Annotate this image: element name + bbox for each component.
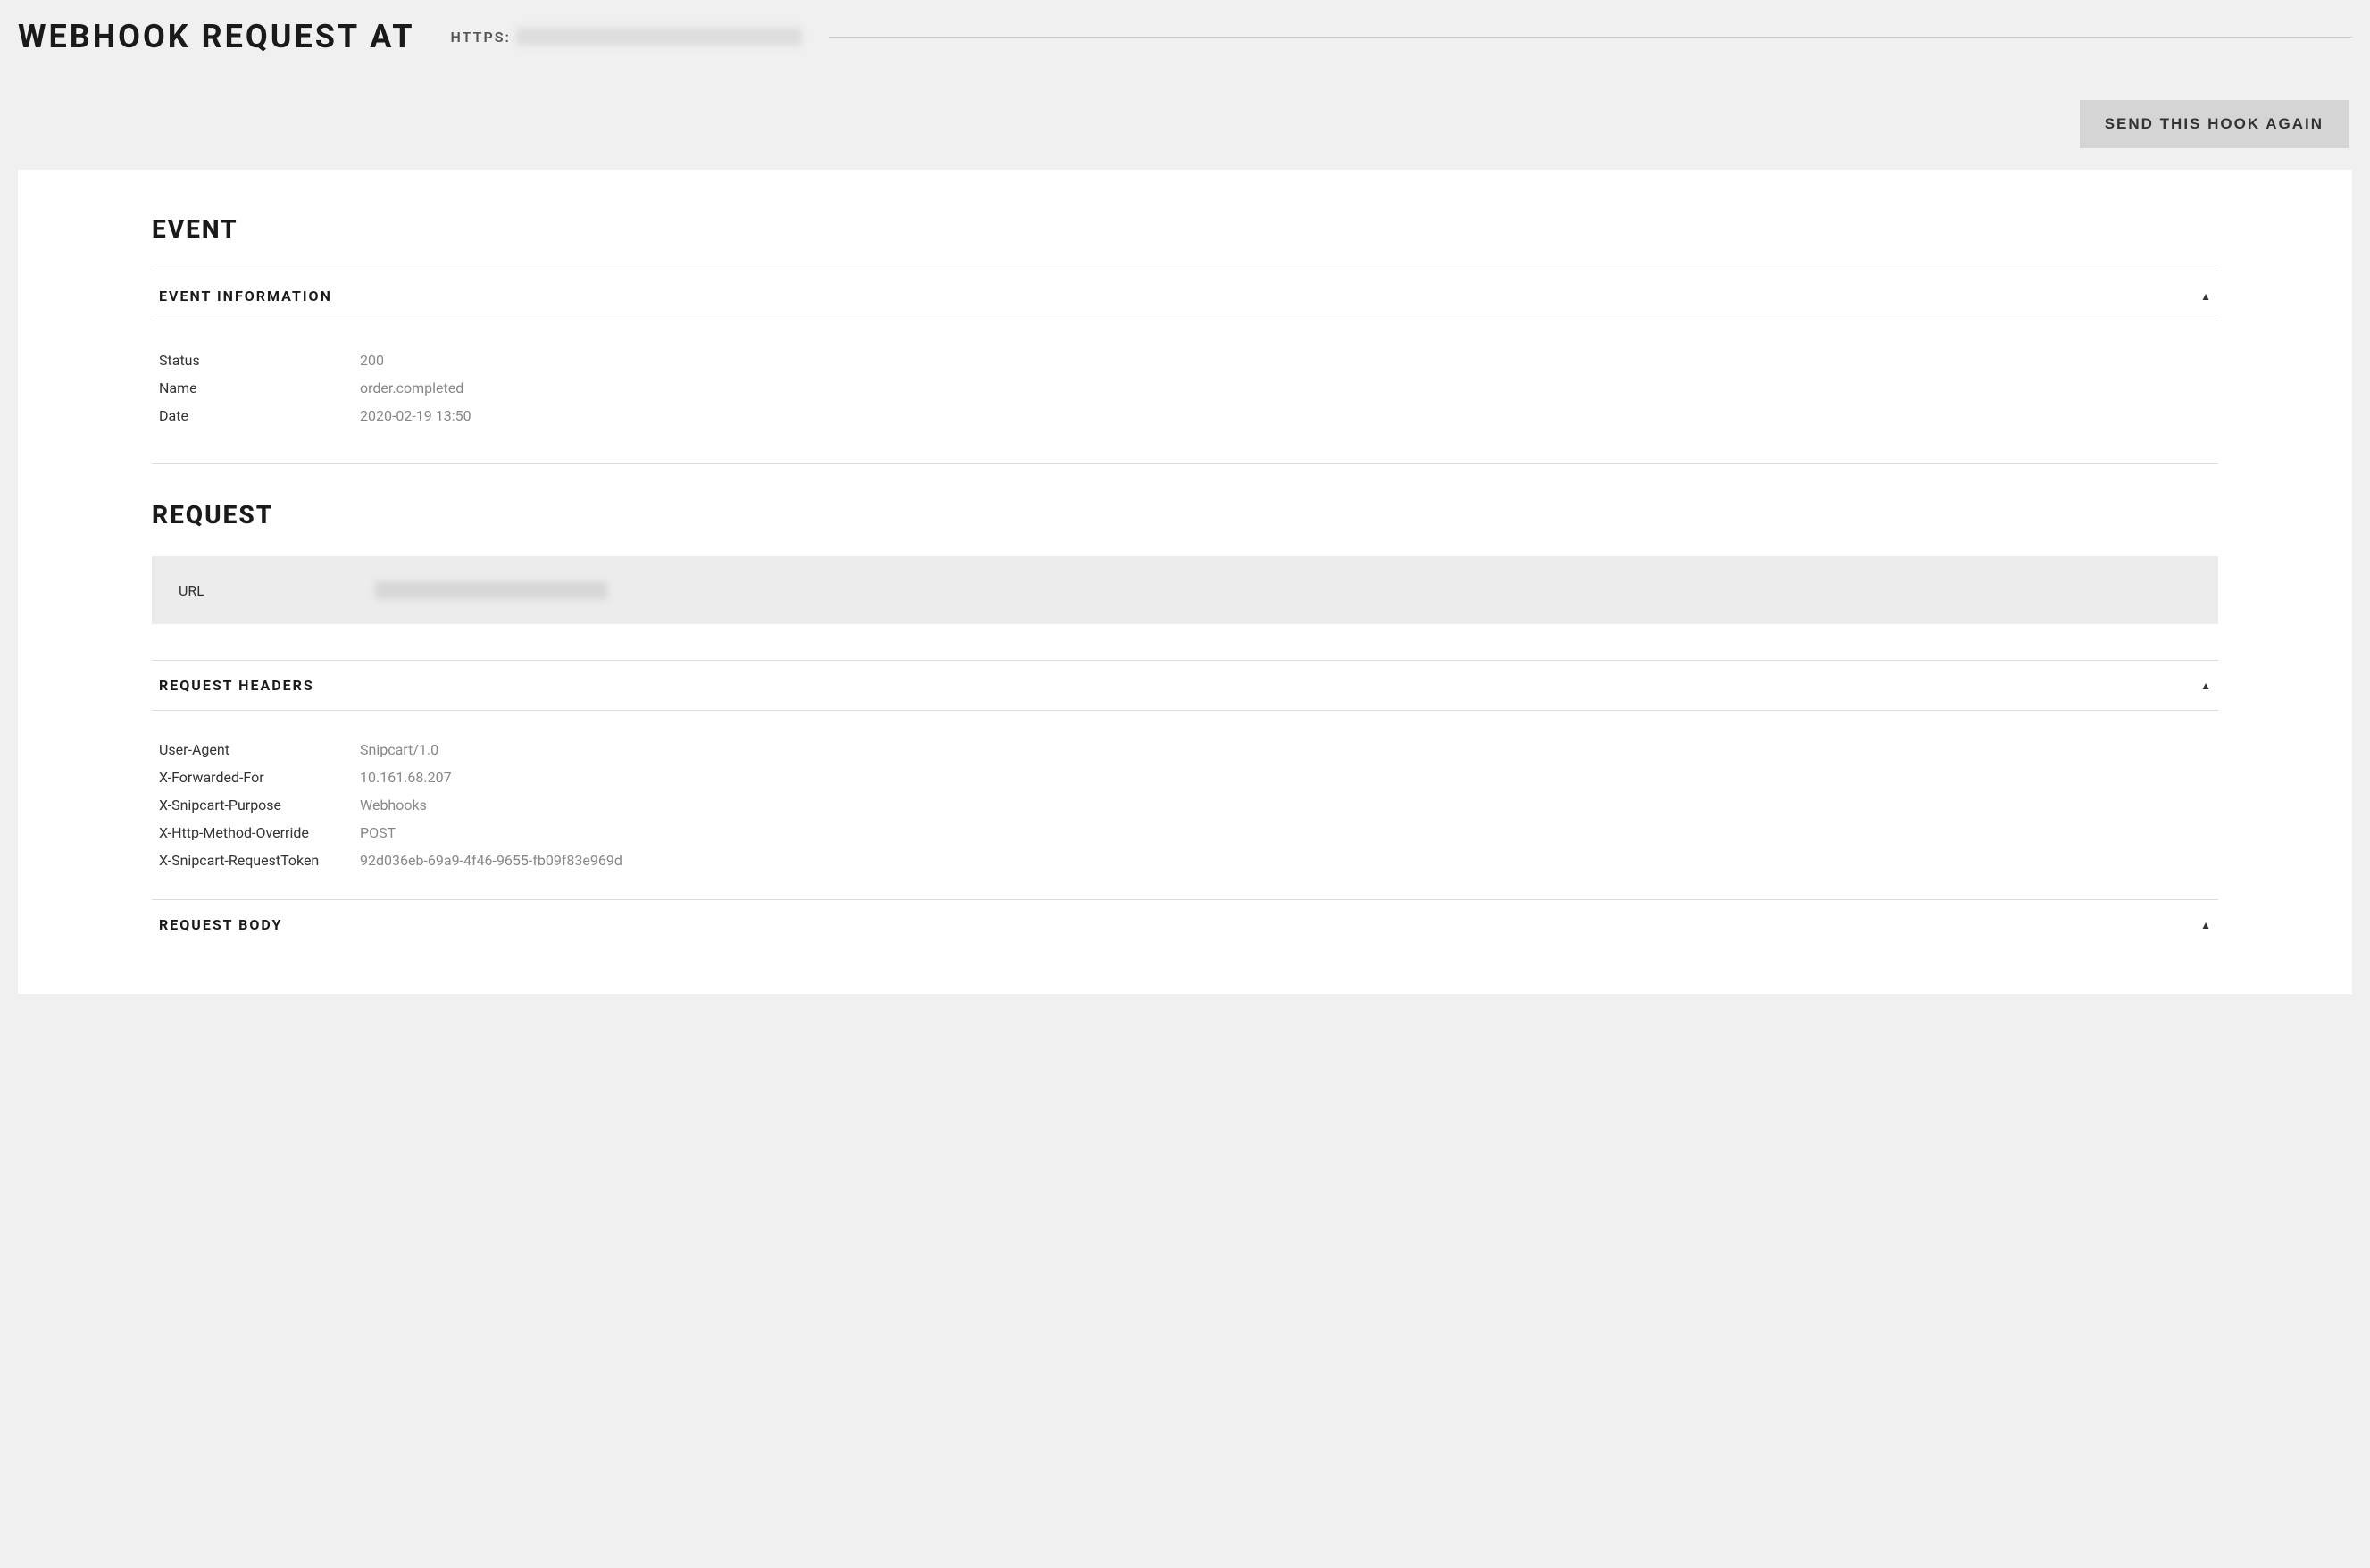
kv-row: X-Snipcart-RequestToken 92d036eb-69a9-4f… <box>152 847 2218 874</box>
kv-row: Date 2020-02-19 13:50 <box>152 402 2218 430</box>
event-info-accordion-header[interactable]: EVENT INFORMATION ▲ <box>152 271 2218 321</box>
kv-val: 2020-02-19 13:50 <box>360 407 471 424</box>
caret-up-icon: ▲ <box>2200 919 2211 931</box>
kv-val: order.completed <box>360 379 463 396</box>
separator <box>152 463 2218 464</box>
kv-key: Name <box>159 379 360 396</box>
kv-val: 92d036eb-69a9-4f46-9655-fb09f83e969d <box>360 852 622 869</box>
caret-up-icon: ▲ <box>2200 290 2211 303</box>
kv-key: Date <box>159 407 360 424</box>
kv-row: Status 200 <box>152 346 2218 374</box>
url-prefix: HTTPS: <box>451 29 511 46</box>
url-redacted <box>516 28 802 46</box>
request-section-title: REQUEST <box>152 500 2218 530</box>
kv-val: POST <box>360 824 396 841</box>
kv-key: User-Agent <box>159 741 360 758</box>
main-card: EVENT EVENT INFORMATION ▲ Status 200 Nam… <box>18 170 2352 994</box>
page-title: WEBHOOK REQUEST AT <box>18 18 415 55</box>
kv-val: Webhooks <box>360 797 427 813</box>
kv-key: X-Http-Method-Override <box>159 824 360 841</box>
event-info-list: Status 200 Name order.completed Date 202… <box>152 321 2218 455</box>
kv-val: Snipcart/1.0 <box>360 741 438 758</box>
request-url-redacted <box>375 581 607 599</box>
top-bar: WEBHOOK REQUEST AT HTTPS: <box>0 0 2370 55</box>
kv-row: X-Snipcart-Purpose Webhooks <box>152 791 2218 819</box>
kv-key: Status <box>159 352 360 369</box>
kv-val: 200 <box>360 352 384 369</box>
kv-key: X-Snipcart-Purpose <box>159 797 360 813</box>
request-headers-accordion-header[interactable]: REQUEST HEADERS ▲ <box>152 660 2218 711</box>
kv-key: X-Snipcart-RequestToken <box>159 852 360 869</box>
kv-row: Name order.completed <box>152 374 2218 402</box>
kv-row: X-Http-Method-Override POST <box>152 819 2218 847</box>
request-body-accordion-header[interactable]: REQUEST BODY ▲ <box>152 899 2218 949</box>
actions-row: SEND THIS HOOK AGAIN <box>0 55 2370 170</box>
event-info-accordion-label: EVENT INFORMATION <box>159 288 332 304</box>
request-url-box: URL <box>152 556 2218 624</box>
divider-line <box>829 37 2352 38</box>
kv-val: 10.161.68.207 <box>360 769 452 786</box>
webhook-url-wrap: HTTPS: <box>451 28 2352 46</box>
caret-up-icon: ▲ <box>2200 680 2211 692</box>
request-url-label: URL <box>179 582 375 599</box>
request-headers-accordion-label: REQUEST HEADERS <box>159 677 314 694</box>
kv-row: X-Forwarded-For 10.161.68.207 <box>152 763 2218 791</box>
send-hook-again-button[interactable]: SEND THIS HOOK AGAIN <box>2080 100 2349 148</box>
event-section-title: EVENT <box>152 214 2218 244</box>
kv-row: User-Agent Snipcart/1.0 <box>152 736 2218 763</box>
request-body-accordion-label: REQUEST BODY <box>159 916 282 933</box>
kv-key: X-Forwarded-For <box>159 769 360 786</box>
request-headers-list: User-Agent Snipcart/1.0 X-Forwarded-For … <box>152 711 2218 899</box>
